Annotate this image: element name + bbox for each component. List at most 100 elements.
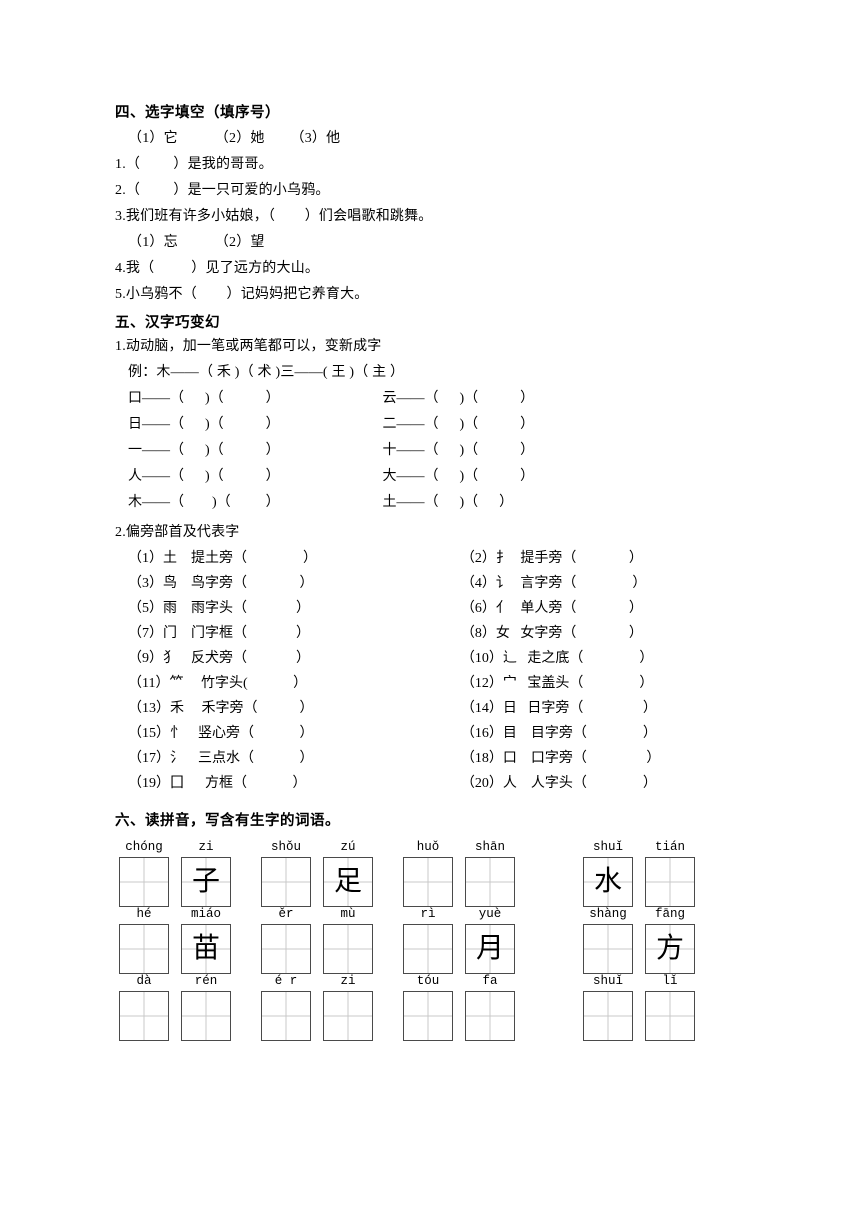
character-grid-box[interactable]: 足 (323, 856, 373, 907)
radical-item-6: （6）亻 单人旁（ ） (460, 600, 643, 616)
radical-item-19: （19）囗 方框（ ） (128, 775, 307, 791)
pinyin-label: dà (136, 973, 152, 988)
radical-item-18: （18）口 口字旁（ ） (460, 750, 661, 766)
character-grid-box[interactable] (403, 923, 453, 974)
transform-left-2: 日——（ )（ ） (128, 416, 280, 432)
grid-character: 水 (593, 865, 622, 897)
pinyin-label: shān (474, 839, 505, 854)
character-grid-box[interactable] (465, 856, 515, 907)
radicals-table: （1）土 提土旁（ ） （2）扌 提手旁（ ） （3）鸟 鸟字旁（ ） （4）讠… (115, 550, 780, 802)
table-row: （1）土 提土旁（ ） （2）扌 提手旁（ ） (115, 550, 780, 577)
pinyin-cell: zi (319, 974, 377, 1041)
character-grid-box[interactable] (181, 990, 231, 1041)
pinyin-label: shàng (589, 906, 627, 921)
character-grid-box[interactable] (645, 990, 695, 1041)
section-4-item-1: 1.（ ）是我的哥哥。 (115, 156, 273, 172)
pinyin-row: chóng zi 子 shǒu zú 足 huǒ shān shuǐ 水 tián (115, 840, 780, 907)
pinyin-row: dà rén é r zi tóu fa shuǐ lǐ (115, 974, 780, 1041)
character-grid-box[interactable] (403, 856, 453, 907)
pinyin-label: ěr (278, 906, 294, 921)
character-grid-box[interactable] (261, 923, 311, 974)
character-grid-box[interactable] (323, 990, 373, 1041)
pinyin-cell: zi 子 (177, 840, 235, 907)
pinyin-word-group: shuǐ 水 tián (579, 840, 703, 907)
pinyin-cell: ěr (257, 907, 315, 974)
pinyin-cell: rén (177, 974, 235, 1041)
pinyin-word-group: huǒ shān (399, 840, 523, 907)
pinyin-cell: fa (461, 974, 519, 1041)
character-grid-box[interactable] (119, 856, 169, 907)
radical-item-10: （10）辶 走之底（ ） (460, 650, 654, 666)
character-grid-box[interactable]: 方 (645, 923, 695, 974)
pinyin-word-group: rì yuè 月 (399, 907, 523, 974)
pinyin-cell: shàng (579, 907, 637, 974)
table-row: （7）门 门字框（ ） （8）女 女字旁（ ） (115, 625, 780, 652)
character-grid-box[interactable] (323, 923, 373, 974)
pinyin-cell: zú 足 (319, 840, 377, 907)
section-4-options-a: （1）它 （2）她 （3）他 (128, 130, 341, 146)
character-transform-table: 口——（ )（ ） 云——（ )（ ） 日——（ )（ ） 二——（ )（ ） … (115, 391, 675, 522)
transform-left-3: 一——（ )（ ） (128, 442, 280, 458)
radical-item-14: （14）日 日字旁（ ） (460, 700, 657, 716)
section-4-item-4: 4.我（ ）见了远方的大山。 (115, 260, 320, 276)
worksheet-content: 四、选字填空（填序号） （1）它 （2）她 （3）他 1.（ ）是我的哥哥。 2… (115, 104, 780, 1041)
table-row: 人——（ )（ ） 大——（ )（ ） (115, 468, 675, 496)
pinyin-label: shuǐ (592, 973, 623, 988)
character-grid-box[interactable] (465, 990, 515, 1041)
radical-item-15: （15）忄 竖心旁（ ） (128, 725, 314, 741)
pinyin-label: rì (420, 906, 436, 921)
radical-item-8: （8）女 女字旁（ ） (460, 625, 643, 641)
table-row: （17）氵 三点水（ ） （18）口 口字旁（ ） (115, 750, 780, 777)
section-4-options-b: （1）忘 （2）望 (128, 234, 265, 250)
pinyin-cell: dà (115, 974, 173, 1041)
section-5-heading: 五、汉字巧变幻 (115, 314, 220, 331)
character-grid-box[interactable] (119, 990, 169, 1041)
transform-right-2: 二——（ )（ ） (382, 416, 535, 432)
pinyin-label: fa (482, 973, 498, 988)
pinyin-word-group: ěr mù (257, 907, 381, 974)
pinyin-word-group: é r zi (257, 974, 381, 1041)
pinyin-writing-area: chóng zi 子 shǒu zú 足 huǒ shān shuǐ 水 tián hé miáo 苗 ěr… (115, 840, 780, 1041)
character-grid-box[interactable]: 月 (465, 923, 515, 974)
radical-item-11: （11）⺮ 竹字头( ） (128, 675, 308, 691)
transform-left-5: 木——（ )（ ） (128, 494, 280, 510)
transform-right-4: 大——（ )（ ） (382, 468, 535, 484)
radical-item-3: （3）鸟 鸟字旁（ ） (128, 575, 314, 591)
character-grid-box[interactable] (119, 923, 169, 974)
pinyin-label: zi (340, 973, 356, 988)
radical-item-2: （2）扌 提手旁（ ） (460, 550, 643, 566)
pinyin-cell: mù (319, 907, 377, 974)
character-grid-box[interactable] (261, 856, 311, 907)
character-grid-box[interactable] (583, 923, 633, 974)
character-grid-box[interactable]: 水 (583, 856, 633, 907)
table-row: （5）雨 雨字头（ ） （6）亻 单人旁（ ） (115, 600, 780, 627)
table-row: （9）犭 反犬旁（ ） （10）辶 走之底（ ） (115, 650, 780, 677)
radical-item-5: （5）雨 雨字头（ ） (128, 600, 310, 616)
character-grid-box[interactable] (403, 990, 453, 1041)
section-5-task2-title: 2.偏旁部首及代表字 (115, 524, 240, 540)
character-grid-box[interactable] (583, 990, 633, 1041)
pinyin-word-group: shuǐ lǐ (579, 974, 703, 1041)
pinyin-label: tóu (416, 973, 440, 988)
pinyin-row: hé miáo 苗 ěr mù rì yuè 月 shàng fāng 方 (115, 907, 780, 974)
character-grid-box[interactable]: 苗 (181, 923, 231, 974)
radical-item-4: （4）讠 言字旁（ ） (460, 575, 647, 591)
transform-right-3: 十——（ )（ ） (382, 442, 535, 458)
grid-character: 子 (191, 865, 220, 897)
pinyin-cell: yuè 月 (461, 907, 519, 974)
pinyin-cell: fāng 方 (641, 907, 699, 974)
pinyin-word-group: hé miáo 苗 (115, 907, 239, 974)
section-5-example: 例：木——（ 禾 )（ 术 )三——( 王 )（ 主 ） (128, 364, 405, 380)
section-4-item-3: 3.我们班有许多小姑娘，（ ）们会唱歌和跳舞。 (115, 208, 433, 224)
character-grid-box[interactable] (645, 856, 695, 907)
character-grid-box[interactable] (261, 990, 311, 1041)
pinyin-label: shǒu (270, 839, 301, 854)
pinyin-label: rén (194, 973, 218, 988)
pinyin-cell: miáo 苗 (177, 907, 235, 974)
pinyin-word-group: shǒu zú 足 (257, 840, 381, 907)
transform-right-5: 土——（ )（ ） (382, 494, 514, 510)
character-grid-box[interactable]: 子 (181, 856, 231, 907)
grid-character: 苗 (191, 932, 220, 964)
table-row: （19）囗 方框（ ） （20）人 人字头（ ） (115, 775, 780, 802)
pinyin-word-group: tóu fa (399, 974, 523, 1041)
